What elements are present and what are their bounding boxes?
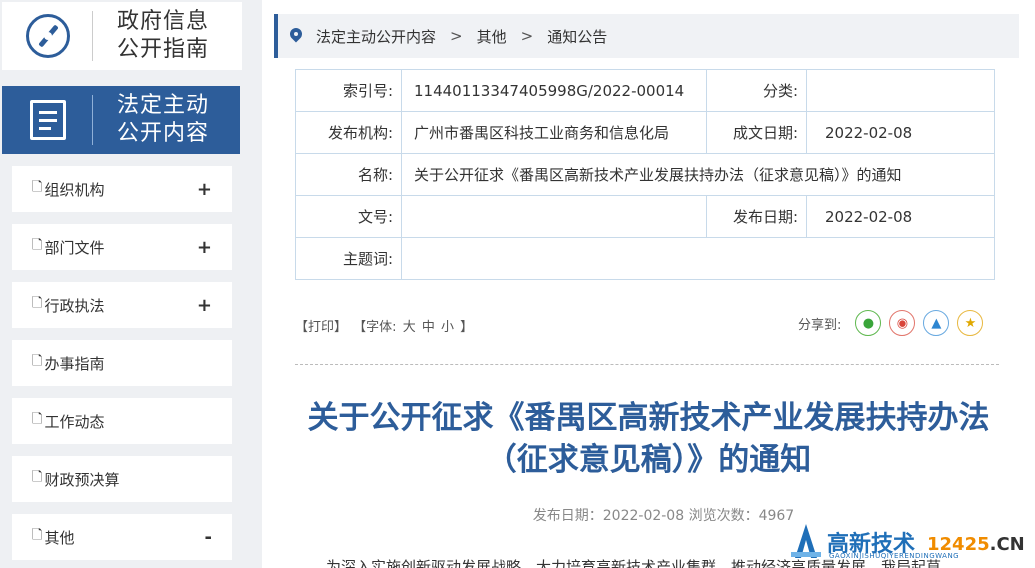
sidebar-item-work-news[interactable]: 🗋 工作动态 — [12, 398, 232, 444]
compass-icon — [26, 14, 70, 58]
expand-icon[interactable]: + — [197, 237, 212, 258]
qq-icon[interactable]: ▲ — [923, 310, 950, 336]
published-date-value: 2022-02-08 — [806, 195, 995, 238]
category-value — [806, 69, 995, 112]
org-value: 广州市番禺区科技工业商务和信息化局 — [401, 111, 707, 154]
index-value: 11440113347405998G/2022-00014 — [401, 69, 707, 112]
dashed-divider — [295, 364, 999, 365]
sidebar-item-label: 财政预决算 — [44, 470, 120, 489]
divider — [92, 95, 93, 145]
file-icon: 🗋 — [32, 180, 43, 195]
font-small-button[interactable]: 小 — [441, 320, 454, 335]
breadcrumb-notices[interactable]: 通知公告 — [547, 26, 607, 47]
file-icon: 🗋 — [32, 528, 43, 543]
expand-icon[interactable]: + — [197, 179, 212, 200]
file-icon: 🗋 — [32, 354, 43, 369]
active-title-line1: 法定主动 — [117, 93, 210, 118]
sidebar-item-label: 工作动态 — [44, 412, 105, 431]
published-date-label: 发布日期: — [706, 195, 807, 238]
sidebar-item-label: 办事指南 — [44, 354, 105, 373]
breadcrumb-other[interactable]: 其他 — [477, 26, 507, 47]
subject-value — [401, 237, 995, 280]
file-icon: 🗋 — [32, 238, 43, 253]
sidebar-item-service-guide[interactable]: 🗋 办事指南 — [12, 340, 232, 386]
guide-title: 政府信息 公开指南 — [117, 8, 209, 64]
statutory-disclosure-link[interactable]: 法定主动 公开内容 — [2, 86, 240, 154]
qzone-star-icon[interactable]: ★ — [957, 310, 984, 336]
breadcrumb-statutory[interactable]: 法定主动公开内容 — [316, 26, 436, 47]
font-large-button[interactable]: 大 — [403, 320, 416, 335]
sidebar-item-budget[interactable]: 🗋 财政预决算 — [12, 456, 232, 502]
doc-number-value — [401, 195, 707, 238]
sidebar-item-other[interactable]: 🗋 其他 - — [12, 514, 232, 560]
active-title: 法定主动 公开内容 — [117, 92, 209, 148]
article-title: 关于公开征求《番禺区高新技术产业发展扶持办法 （征求意见稿）》的通知 — [282, 397, 1015, 481]
guide-title-line2: 公开指南 — [117, 37, 210, 62]
article-title-line2: （征求意见稿）》的通知 — [485, 442, 812, 478]
print-button[interactable]: 【打印】 — [295, 320, 347, 335]
sidebar-item-law-enforcement[interactable]: 🗋 行政执法 + — [12, 282, 232, 328]
expand-icon[interactable]: + — [197, 295, 212, 316]
article-tools: 【打印】 【字体: 大 中 小 】 — [295, 316, 475, 335]
left-sidebar: 政府信息 公开指南 法定主动 公开内容 🗋 组织机构 + 🗋 部门文件 + 🗋 行政执… — [0, 0, 246, 568]
watermark-domain: 12425.CN — [927, 534, 1025, 555]
wechat-icon[interactable]: ● — [855, 310, 882, 336]
active-title-line2: 公开内容 — [117, 121, 210, 146]
weibo-icon[interactable]: ◉ — [889, 310, 916, 336]
guide-title-line1: 政府信息 — [117, 9, 210, 34]
doc-number-label: 文号: — [295, 195, 402, 238]
file-icon: 🗋 — [32, 296, 43, 311]
collapse-icon[interactable]: - — [205, 527, 212, 548]
font-medium-button[interactable]: 中 — [422, 320, 435, 335]
main-content: 法定主动公开内容 > 其他 > 通知公告 索引号: 11440113347405… — [262, 0, 1035, 568]
category-label: 分类: — [706, 69, 807, 112]
font-size-bracket: 】 — [460, 320, 474, 335]
watermark: 高新技术 GAOXINJISHUQIYERENDINGWANG 12425.CN — [789, 520, 1035, 568]
sidebar-item-label: 行政执法 — [44, 296, 105, 315]
watermark-tld: .CN — [989, 534, 1025, 555]
breadcrumb-separator: > — [520, 27, 534, 45]
watermark-number: 12425 — [927, 534, 990, 555]
file-icon: 🗋 — [32, 412, 43, 427]
share-label: 分享到: — [798, 317, 842, 333]
sidebar-nav: 🗋 组织机构 + 🗋 部门文件 + 🗋 行政执法 + 🗋 办事指南 🗋 工作动态 🗋 财政预… — [12, 166, 232, 568]
created-date-value: 2022-02-08 — [806, 111, 995, 154]
table-row: 文号: 发布日期: 2022-02-08 — [295, 195, 995, 238]
article-title-line1: 关于公开征求《番禺区高新技术产业发展扶持办法 — [307, 400, 990, 436]
breadcrumb: 法定主动公开内容 > 其他 > 通知公告 — [274, 14, 1019, 58]
index-label: 索引号: — [295, 69, 402, 112]
disclosure-guide-link[interactable]: 政府信息 公开指南 — [2, 2, 242, 70]
sidebar-item-department-files[interactable]: 🗋 部门文件 + — [12, 224, 232, 270]
font-size-label: 【字体: — [353, 320, 397, 335]
document-icon — [30, 100, 66, 140]
sidebar-item-label: 其他 — [44, 528, 75, 547]
breadcrumb-separator: > — [450, 27, 463, 45]
sidebar-item-label: 组织机构 — [44, 180, 105, 199]
name-label: 名称: — [295, 153, 402, 196]
subject-label: 主题词: — [295, 237, 402, 280]
file-icon: 🗋 — [32, 470, 43, 485]
org-label: 发布机构: — [295, 111, 402, 154]
table-row: 索引号: 11440113347405998G/2022-00014 分类: — [295, 69, 995, 112]
table-row: 主题词: — [295, 237, 995, 280]
sidebar-item-organization[interactable]: 🗋 组织机构 + — [12, 166, 232, 212]
sidebar-item-label: 部门文件 — [44, 238, 105, 257]
share-bar: 分享到: ● ◉ ▲ ★ — [798, 310, 991, 336]
location-pin-icon — [290, 28, 302, 44]
created-date-label: 成文日期: — [706, 111, 807, 154]
name-value: 关于公开征求《番禺区高新技术产业发展扶持办法（征求意见稿）》的通知 — [401, 153, 995, 196]
document-meta-table: 索引号: 11440113347405998G/2022-00014 分类: 发… — [295, 69, 995, 280]
table-row: 名称: 关于公开征求《番禺区高新技术产业发展扶持办法（征求意见稿）》的通知 — [295, 153, 995, 196]
divider — [92, 11, 93, 61]
watermark-logo-icon — [791, 524, 821, 558]
table-row: 发布机构: 广州市番禺区科技工业商务和信息化局 成文日期: 2022-02-08 — [295, 111, 995, 154]
